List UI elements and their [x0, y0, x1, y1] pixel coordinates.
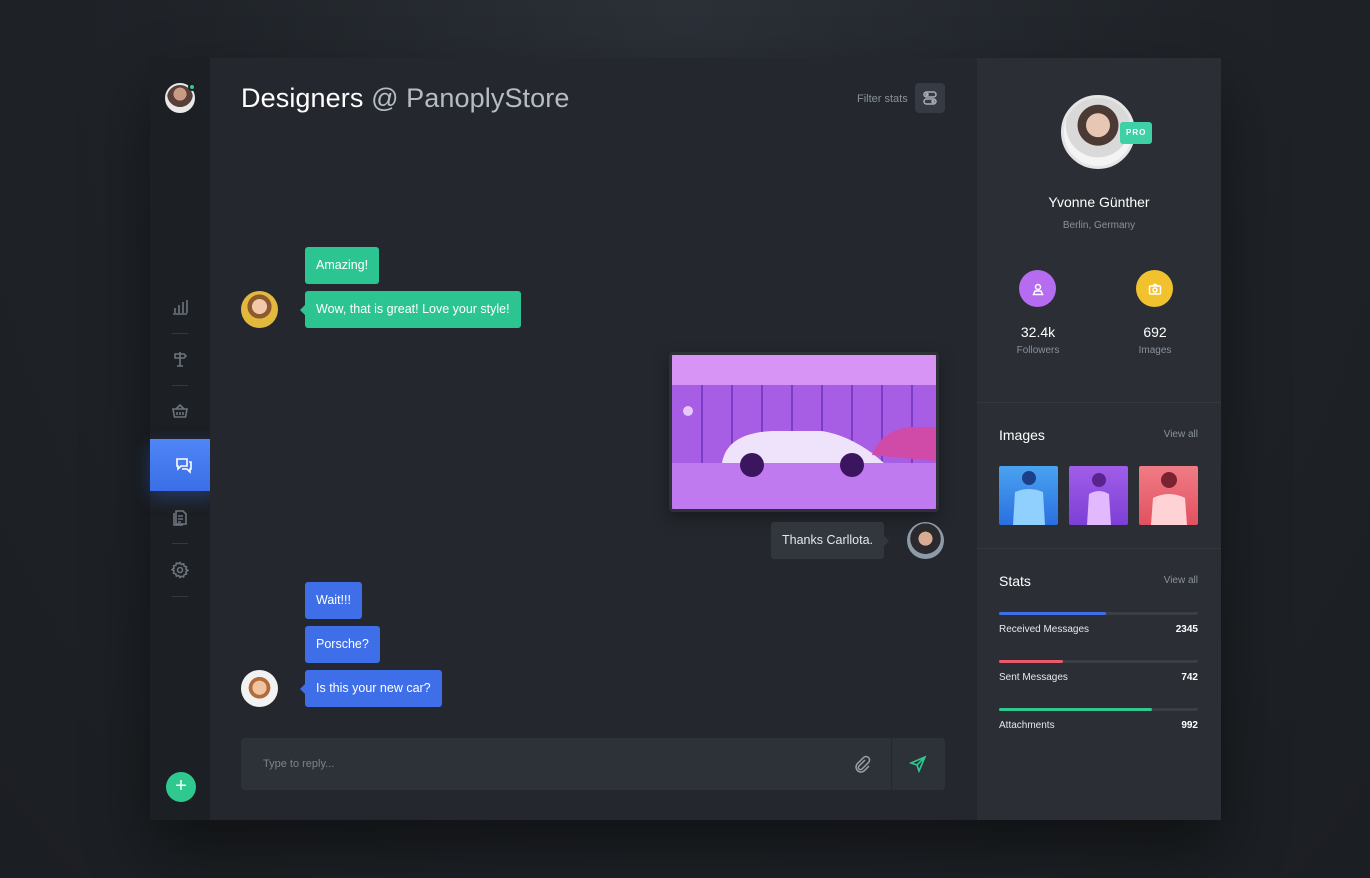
stat-bar-fill	[999, 708, 1153, 711]
stat-bar-fill	[999, 660, 1063, 663]
basket-icon	[172, 403, 188, 418]
image-thumbnail[interactable]	[1139, 466, 1198, 525]
conversation-title-main: Designers	[241, 83, 364, 113]
stat-value: 2345	[1175, 624, 1198, 635]
add-button[interactable]: +	[166, 772, 196, 802]
images-view-all-link[interactable]: View all	[1164, 429, 1198, 440]
images-section-title: Images	[999, 427, 1045, 443]
stat-bar-track	[999, 660, 1198, 663]
section-divider	[977, 548, 1221, 549]
message-bubble[interactable]: Amazing!	[305, 247, 380, 284]
reply-divider	[891, 738, 892, 790]
images-label: Images	[1138, 345, 1172, 356]
sender-avatar[interactable]	[241, 291, 278, 328]
user-icon	[1031, 283, 1044, 295]
thumbnail-figure	[1087, 473, 1111, 525]
message-bubble[interactable]: Is this your new car?	[300, 670, 442, 707]
stat-value: 992	[1181, 720, 1198, 731]
image-thumbnail[interactable]	[999, 466, 1058, 525]
message-bubble[interactable]: Porsche?	[305, 626, 380, 663]
chat-panel: Designers @ PanoplyStore Filter stats Am…	[210, 58, 977, 820]
thumbnail-figure	[1151, 472, 1187, 525]
nav-stats[interactable]	[150, 281, 210, 333]
nav-basket[interactable]	[150, 385, 210, 437]
filter-stats-button[interactable]	[915, 83, 945, 113]
stat-row: Received Messages 2345	[999, 612, 1198, 635]
profile-name: Yvonne Günther	[1048, 194, 1150, 210]
left-nav-rail: +	[150, 58, 217, 820]
attach-button[interactable]	[853, 755, 871, 773]
image-thumbnail[interactable]	[1069, 466, 1128, 525]
gear-icon	[171, 561, 189, 579]
profile-location: Berlin, Germany	[1062, 220, 1136, 231]
nav-signpost[interactable]	[150, 333, 210, 385]
own-avatar[interactable]	[907, 522, 944, 559]
section-divider	[977, 402, 1221, 403]
conversation-title: Designers @ PanoplyStore	[241, 83, 569, 114]
reply-bar	[241, 738, 945, 790]
message-bubble[interactable]: Thanks Carllota.	[771, 522, 890, 559]
paperclip-icon	[855, 755, 871, 773]
camera-icon	[1148, 283, 1161, 295]
online-status-dot	[188, 83, 196, 91]
message-bubble[interactable]: Wow, that is great! Love your style!	[300, 291, 521, 328]
bar-chart-icon	[173, 300, 188, 315]
signpost-icon	[174, 352, 188, 367]
stat-bar-track	[999, 612, 1198, 615]
followers-count: 32.4k	[1020, 324, 1056, 340]
nav-divider	[172, 596, 188, 597]
app-window: + Designers @ PanoplyStore Filter stats …	[150, 58, 1221, 820]
nav-settings[interactable]	[150, 544, 210, 596]
stat-row: Attachments 992	[999, 708, 1198, 731]
conversation-title-store: @ PanoplyStore	[371, 83, 570, 113]
message-bubble[interactable]: Wait!!!	[305, 582, 362, 619]
stat-bar-fill	[999, 612, 1107, 615]
stat-label: Attachments	[999, 720, 1055, 731]
filter-toggle-icon	[923, 91, 937, 105]
send-button[interactable]	[908, 755, 927, 774]
followers-icon	[1019, 270, 1056, 307]
chat-bubbles-icon	[175, 458, 192, 474]
shared-car-image[interactable]	[669, 352, 939, 512]
stat-bar-track	[999, 708, 1198, 711]
car-photo	[672, 355, 936, 509]
current-user-avatar[interactable]	[165, 83, 196, 113]
reply-input[interactable]	[241, 738, 841, 790]
nav-messages[interactable]	[150, 439, 217, 491]
sender-avatar[interactable]	[241, 670, 278, 707]
images-icon	[1136, 270, 1173, 307]
nav-documents[interactable]	[150, 491, 210, 543]
stats-section-title: Stats	[999, 573, 1031, 589]
followers-label: Followers	[1016, 345, 1060, 356]
thumbnail-figure	[1013, 471, 1045, 525]
stat-value: 742	[1181, 672, 1198, 683]
send-icon	[908, 755, 927, 774]
filter-stats-label: Filter stats	[857, 93, 908, 105]
images-count: 692	[1143, 324, 1167, 340]
stat-row: Sent Messages 742	[999, 660, 1198, 683]
documents-icon	[173, 510, 187, 526]
stats-view-all-link[interactable]: View all	[1164, 575, 1198, 586]
pro-badge: PRO	[1120, 122, 1153, 144]
stat-label: Sent Messages	[999, 672, 1068, 683]
profile-panel: PRO Yvonne Günther Berlin, Germany 32.4k…	[977, 58, 1221, 820]
stat-label: Received Messages	[999, 624, 1090, 635]
